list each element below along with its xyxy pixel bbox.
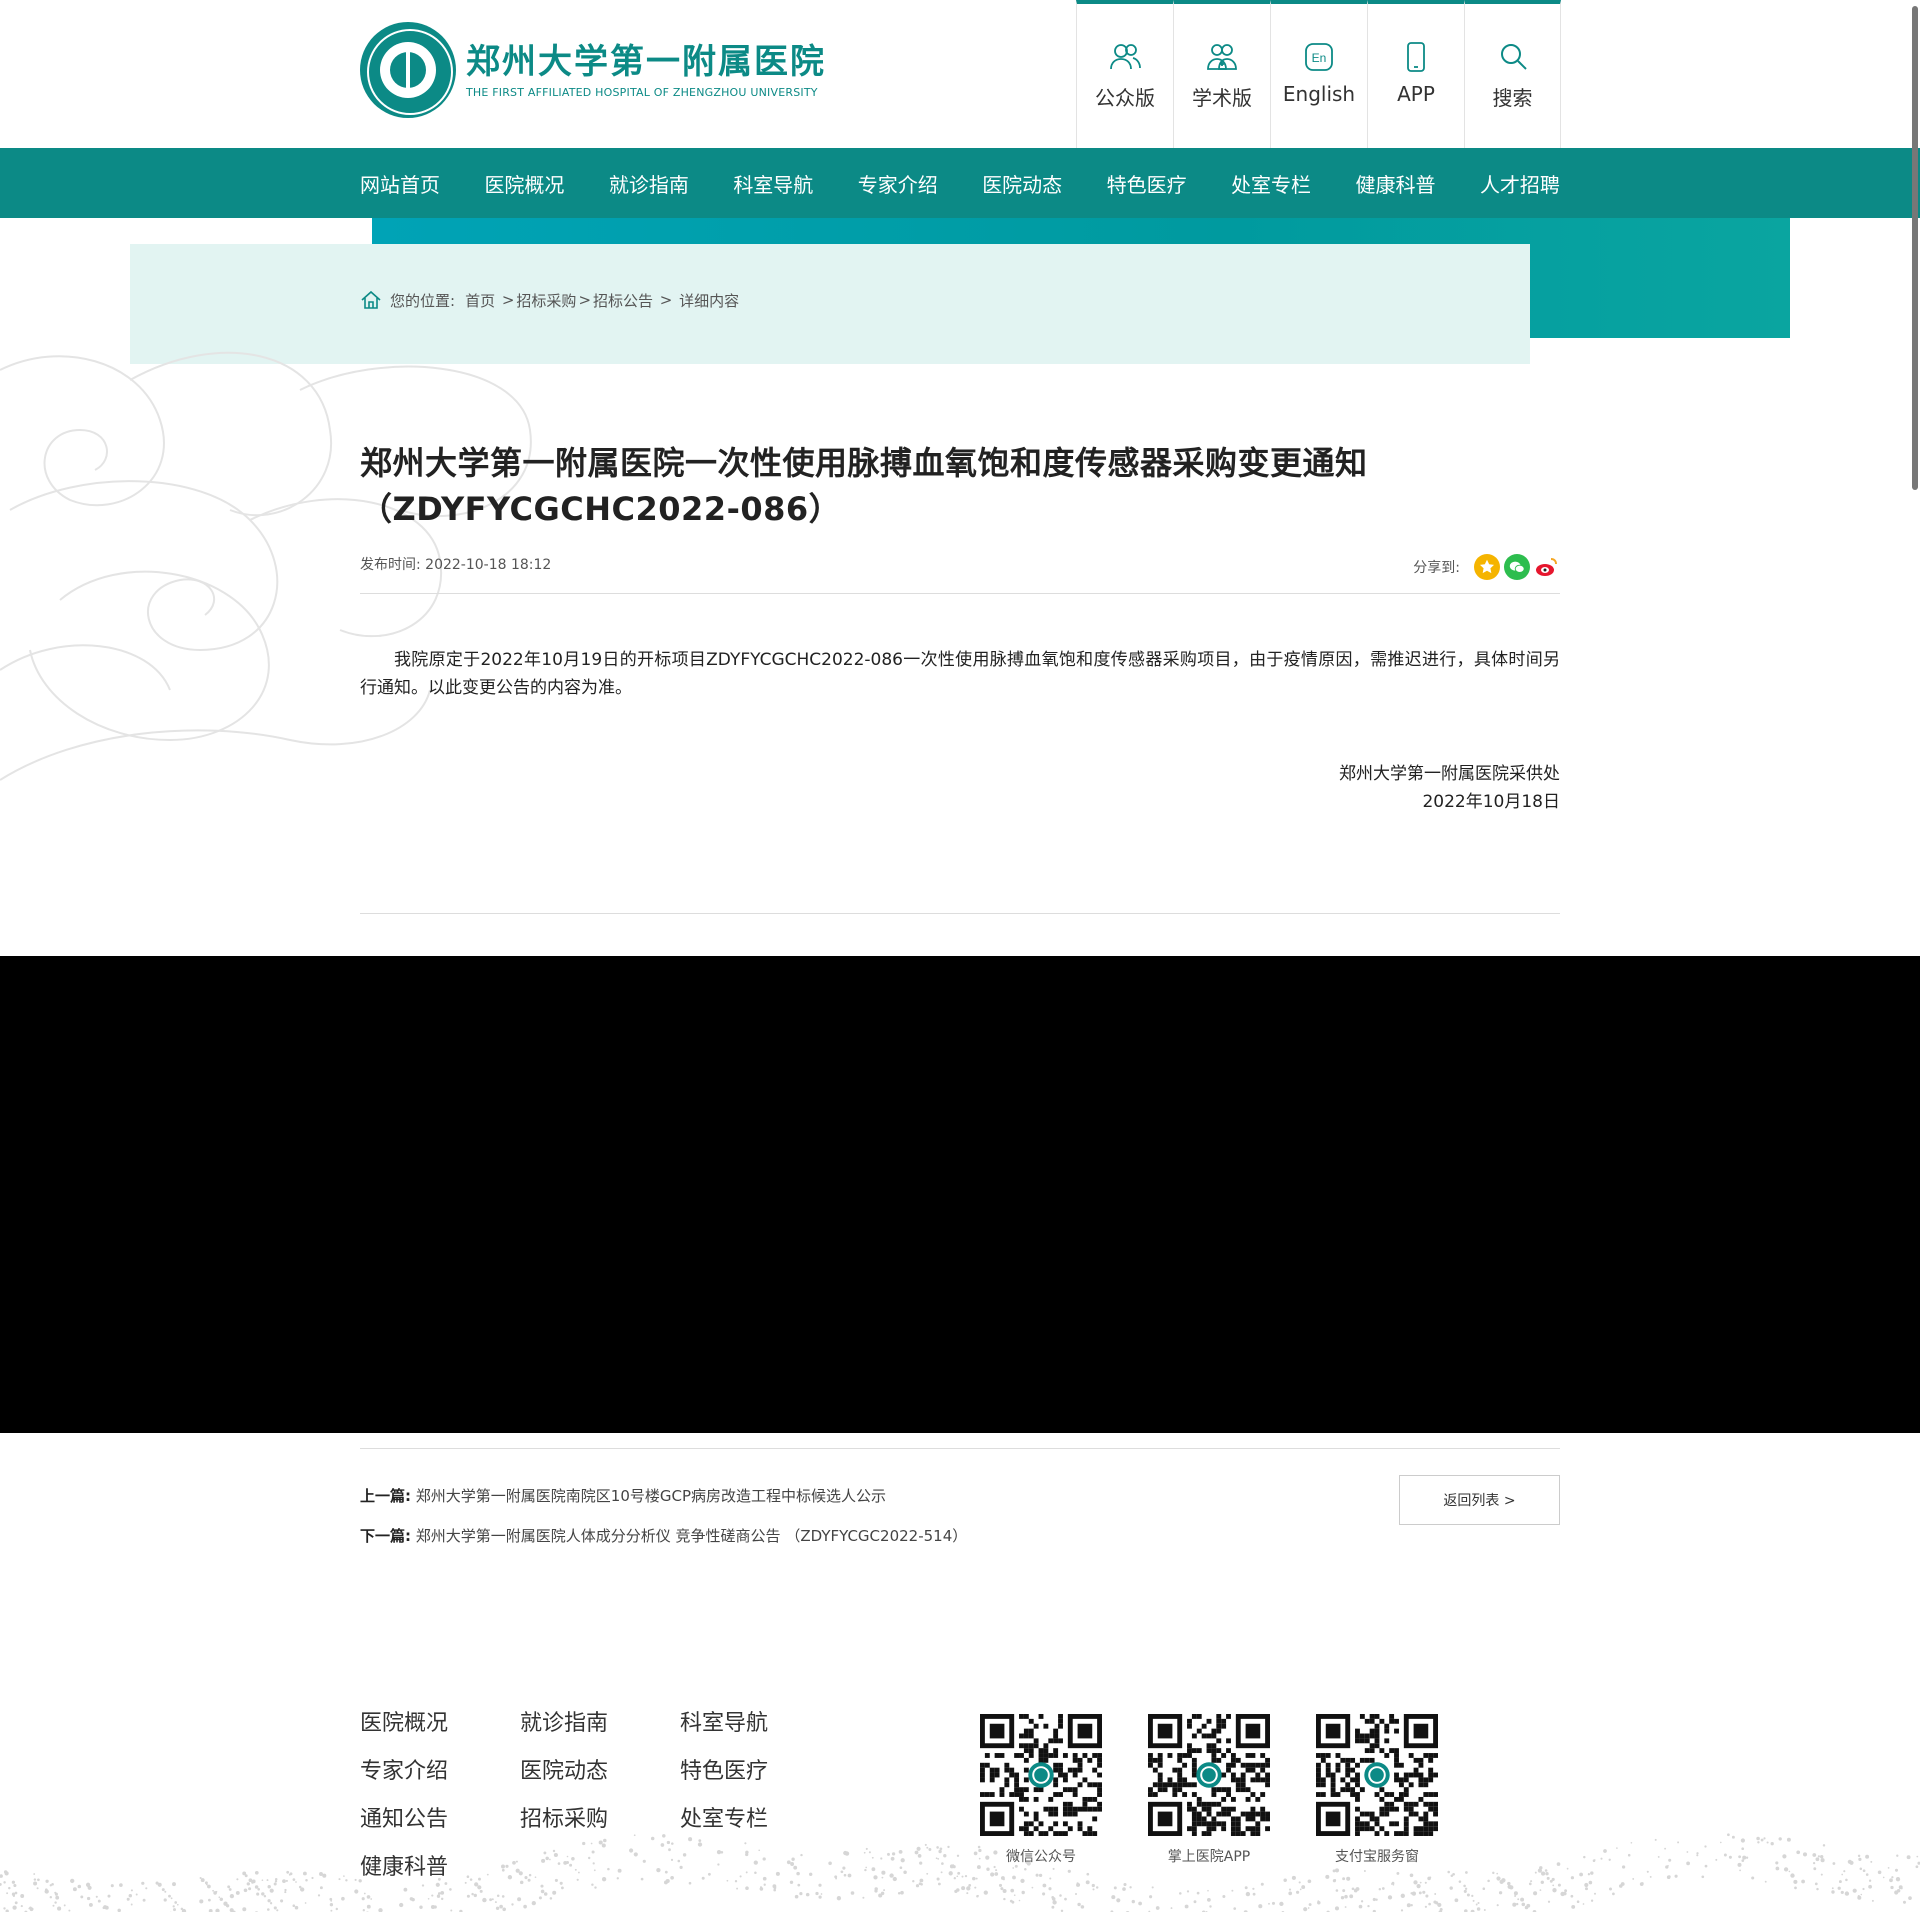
site-header: 郑州大学第一附属医院 THE FIRST AFFILIATED HOSPITAL… (0, 0, 1920, 148)
prev-label: 上一篇: (360, 1487, 411, 1505)
footer-link-notices[interactable]: 通知公告 (360, 1806, 520, 1834)
next-article[interactable]: 下一篇: 郑州大学第一附属医院人体成分分析仪 竞争性磋商公告 （ZDYFYCGC… (360, 1525, 967, 1546)
nav-item-careers[interactable]: 人才招聘 (1480, 169, 1560, 198)
breadcrumb-announcements[interactable]: 招标公告 (593, 290, 653, 311)
qr-codes: 微信公众号 掌上医院APP 支付宝服务窗 (980, 1714, 1484, 1866)
nav-item-guide[interactable]: 就诊指南 (609, 169, 689, 198)
breadcrumb: 您的位置: 首页 > 招标采购 > 招标公告 > 详细内容 (360, 289, 739, 311)
article-title: 郑州大学第一附属医院一次性使用脉搏血氧饱和度传感器采购变更通知（ZDYFYCGC… (360, 444, 1368, 528)
footer-links: 医院概况 就诊指南 科室导航 专家介绍 医院动态 特色医疗 通知公告 招标采购 … (360, 1710, 840, 1882)
svg-text:En: En (1312, 51, 1327, 65)
breadcrumb-panel: 您的位置: 首页 > 招标采购 > 招标公告 > 详细内容 (130, 244, 1530, 364)
app-qr-code-icon (1148, 1714, 1270, 1836)
breadcrumb-prefix: 您的位置: (390, 291, 456, 310)
logo-title-en: THE FIRST AFFILIATED HOSPITAL OF ZHENGZH… (466, 85, 818, 99)
nav-item-featured[interactable]: 特色医疗 (1107, 169, 1187, 198)
quick-link-label: 公众版 (1095, 86, 1155, 110)
footer-link-experts[interactable]: 专家介绍 (360, 1758, 520, 1786)
footer-link-guide[interactable]: 就诊指南 (520, 1710, 680, 1738)
nav-item-news[interactable]: 医院动态 (982, 169, 1062, 198)
quick-link-academic[interactable]: 学术版 (1173, 0, 1270, 148)
search-icon (1500, 44, 1527, 70)
article: 郑州大学第一附属医院一次性使用脉搏血氧饱和度传感器采购变更通知（ZDYFYCGC… (360, 440, 1560, 816)
users-icon (1110, 44, 1141, 70)
sign-date: 2022年10月18日 (1422, 792, 1560, 812)
quick-link-label: APP (1397, 82, 1435, 106)
occluded-region (0, 956, 1920, 1433)
hospital-logo[interactable]: 郑州大学第一附属医院 THE FIRST AFFILIATED HOSPITAL… (360, 22, 826, 118)
nav-item-departments[interactable]: 科室导航 (733, 169, 813, 198)
scrollbar-thumb[interactable] (1912, 6, 1918, 490)
quick-link-label: 学术版 (1192, 86, 1252, 110)
article-body: 我院原定于2022年10月19日的开标项目ZDYFYCGCHC2022-086一… (360, 650, 1560, 698)
main-nav: 网站首页 医院概况 就诊指南 科室导航 专家介绍 医院动态 特色医疗 处室专栏 … (0, 148, 1920, 218)
logo-title-cn: 郑州大学第一附属医院 (466, 41, 826, 82)
footer-link-procurement[interactable]: 招标采购 (520, 1806, 680, 1834)
quick-link-label: English (1282, 82, 1356, 106)
wechat-share-icon[interactable] (1504, 554, 1530, 580)
wechat-qr-code-icon (980, 1714, 1102, 1836)
qr-label: 微信公众号 (1006, 1849, 1076, 1865)
footer-link-offices[interactable]: 处室专栏 (680, 1806, 840, 1834)
share-bar: 分享到: (1413, 554, 1560, 580)
qr-alipay: 支付宝服务窗 (1316, 1714, 1438, 1866)
article-pager: 上一篇: 郑州大学第一附属医院南院区10号楼GCP病房改造工程中标候选人公示 下… (360, 1448, 1560, 1598)
decorative-dot-wave (0, 1833, 1920, 1912)
nav-item-health[interactable]: 健康科普 (1356, 169, 1436, 198)
nav-item-home[interactable]: 网站首页 (360, 169, 440, 198)
publish-time: 2022-10-18 18:12 (425, 557, 552, 573)
article-signature: 郑州大学第一附属医院采供处 2022年10月18日 (360, 760, 1560, 816)
footer-link-overview[interactable]: 医院概况 (360, 1710, 520, 1738)
site-footer: 医院概况 就诊指南 科室导航 专家介绍 医院动态 特色医疗 通知公告 招标采购 … (0, 1660, 1920, 1912)
publish-label: 发布时间: (360, 557, 421, 573)
nav-item-offices[interactable]: 处室专栏 (1231, 169, 1311, 198)
back-to-list-button[interactable]: 返回列表 > (1399, 1475, 1560, 1525)
quick-links: 公众版 学术版 En English APP 搜索 (1076, 0, 1561, 148)
quick-link-public[interactable]: 公众版 (1076, 0, 1173, 148)
breadcrumb-home[interactable]: 首页 (465, 290, 495, 311)
phone-icon (1407, 42, 1425, 72)
footer-link-health[interactable]: 健康科普 (360, 1854, 520, 1882)
footer-link-news[interactable]: 医院动态 (520, 1758, 680, 1786)
footer-link-featured[interactable]: 特色医疗 (680, 1758, 840, 1786)
weibo-share-icon[interactable] (1534, 554, 1560, 580)
breadcrumb-procurement[interactable]: 招标采购 (516, 290, 576, 311)
nav-item-overview[interactable]: 医院概况 (484, 169, 564, 198)
breadcrumb-current: 详细内容 (679, 291, 740, 310)
qr-label: 掌上医院APP (1167, 1849, 1251, 1865)
content-divider (360, 913, 1560, 914)
prev-article[interactable]: 上一篇: 郑州大学第一附属医院南院区10号楼GCP病房改造工程中标候选人公示 (360, 1485, 886, 1506)
next-title[interactable]: 郑州大学第一附属医院人体成分分析仪 竞争性磋商公告 （ZDYFYCGC2022-… (416, 1527, 967, 1545)
doctors-icon (1207, 44, 1237, 70)
footer-link-departments[interactable]: 科室导航 (680, 1710, 840, 1738)
next-label: 下一篇: (360, 1527, 411, 1545)
en-icon: En (1305, 43, 1333, 71)
qr-app: 掌上医院APP (1148, 1714, 1270, 1866)
nav-item-experts[interactable]: 专家介绍 (858, 169, 938, 198)
qzone-share-icon[interactable] (1474, 554, 1500, 580)
page-scrollbar[interactable] (1910, 0, 1920, 1912)
share-label: 分享到: (1413, 560, 1460, 576)
quick-link-label: 搜索 (1492, 86, 1533, 110)
qr-label: 支付宝服务窗 (1335, 1849, 1419, 1865)
prev-title[interactable]: 郑州大学第一附属医院南院区10号楼GCP病房改造工程中标候选人公示 (416, 1487, 886, 1505)
quick-link-english[interactable]: En English (1270, 0, 1367, 148)
hospital-seal-icon (360, 22, 456, 118)
quick-link-search[interactable]: 搜索 (1464, 0, 1561, 148)
alipay-qr-code-icon (1316, 1714, 1438, 1836)
qr-wechat: 微信公众号 (980, 1714, 1102, 1866)
article-meta: 发布时间: 2022-10-18 18:12 分享到: (360, 550, 1560, 594)
sign-org: 郑州大学第一附属医院采供处 (1339, 764, 1560, 784)
home-icon (361, 290, 381, 309)
quick-link-app[interactable]: APP (1367, 0, 1464, 148)
